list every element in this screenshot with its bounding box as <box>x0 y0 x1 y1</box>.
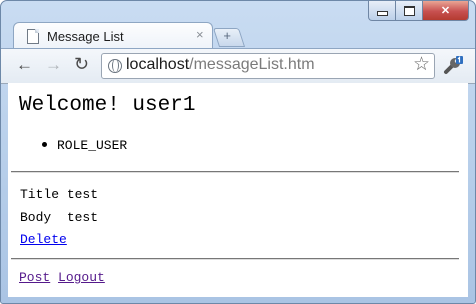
message-title-row: Title test <box>20 187 98 202</box>
globe-icon <box>108 59 122 73</box>
divider <box>11 171 459 173</box>
browser-window: ✕ Message List × + ← → ↻ localhost/messa… <box>0 0 476 304</box>
maximize-icon <box>403 5 415 16</box>
url-text: localhost/messageList.htm <box>126 56 315 74</box>
logout-link[interactable]: Logout <box>58 270 105 285</box>
close-icon: ✕ <box>440 5 451 17</box>
address-bar[interactable]: localhost/messageList.htm ☆ <box>101 53 435 79</box>
tab-message-list[interactable]: Message List × <box>13 22 213 49</box>
divider <box>11 258 459 260</box>
new-tab-button[interactable]: + <box>212 28 246 47</box>
bookmark-star-icon[interactable]: ☆ <box>413 54 430 76</box>
title-value: test <box>66 187 99 202</box>
roles-list: ROLE_USER <box>42 138 127 153</box>
plus-icon: + <box>223 28 231 43</box>
wrench-icon[interactable] <box>442 54 464 76</box>
browser-toolbar: ← → ↻ localhost/messageList.htm ☆ <box>1 48 475 84</box>
url-host: localhost <box>126 56 190 73</box>
minimize-icon <box>376 11 388 16</box>
minimize-button[interactable] <box>368 1 396 21</box>
url-path: /messageList.htm <box>189 56 315 73</box>
close-window-button[interactable]: ✕ <box>422 1 469 21</box>
footer-links: Post Logout <box>19 270 105 285</box>
forward-arrow-icon[interactable]: → <box>45 55 62 75</box>
page-icon <box>27 29 39 44</box>
message-body-row: Body test <box>20 210 98 225</box>
page-content: Welcome! user1 ROLE_USER Title test Body… <box>8 83 468 297</box>
tab-close-icon[interactable]: × <box>196 27 204 42</box>
role-item: ROLE_USER <box>42 138 127 153</box>
back-arrow-icon[interactable]: ← <box>16 55 33 75</box>
title-label: Title <box>20 187 60 202</box>
maximize-button[interactable] <box>395 1 423 21</box>
reload-icon[interactable]: ↻ <box>74 54 89 75</box>
delete-link[interactable]: Delete <box>20 232 67 247</box>
body-value: test <box>66 210 99 225</box>
welcome-heading: Welcome! user1 <box>19 94 196 117</box>
body-label: Body <box>20 210 52 225</box>
post-link[interactable]: Post <box>19 270 50 285</box>
tab-title: Message List <box>47 29 124 44</box>
